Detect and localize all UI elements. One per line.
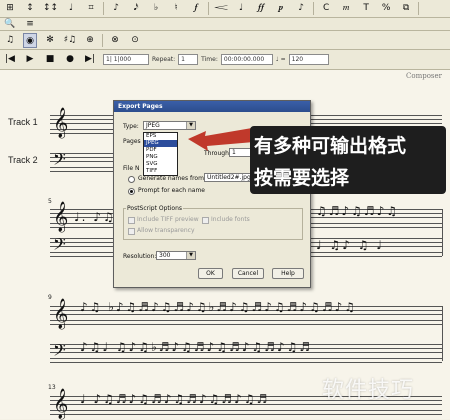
watermark-text: 软件技巧 <box>322 378 415 403</box>
callout-arrow <box>188 128 254 151</box>
callout-line1: 有多种可输出格式 <box>254 135 407 157</box>
annotation-callout: 有多种可输出格式 按需要选择 <box>250 126 446 194</box>
callout-line2: 按需要选择 <box>254 167 350 189</box>
arrow-shape <box>188 128 254 151</box>
